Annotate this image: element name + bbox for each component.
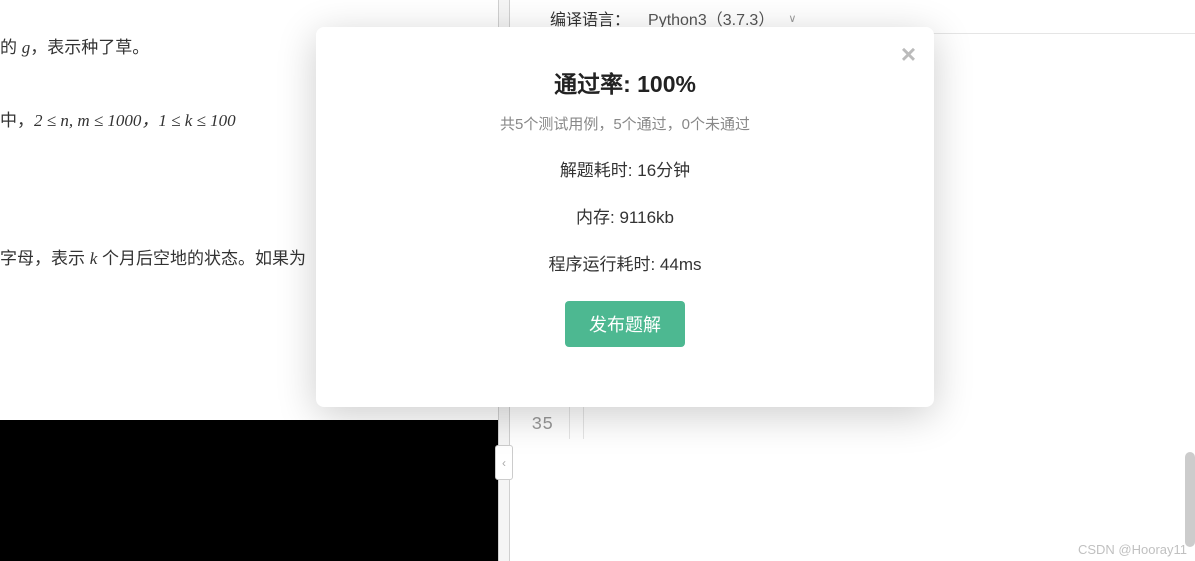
chevron-down-icon: ∨ <box>788 12 796 25</box>
modal-summary: 共5个测试用例，5个通过，0个未通过 <box>336 113 914 134</box>
modal-memory: 内存: 9116kb <box>336 203 914 228</box>
output-console <box>0 420 498 561</box>
chevron-left-icon: ‹ <box>502 456 506 470</box>
result-modal: × 通过率: 100% 共5个测试用例，5个通过，0个未通过 解题耗时: 16分… <box>316 27 934 407</box>
close-icon[interactable]: × <box>901 39 916 70</box>
modal-solve-time: 解题耗时: 16分钟 <box>336 156 914 181</box>
publish-solution-button[interactable]: 发布题解 <box>565 301 685 347</box>
line-number: 35 <box>510 412 570 439</box>
watermark: CSDN @Hooray11 <box>1078 542 1187 557</box>
scrollbar-vertical[interactable] <box>1185 452 1195 547</box>
modal-runtime: 程序运行耗时: 44ms <box>336 250 914 275</box>
modal-title: 通过率: 100% <box>336 65 914 99</box>
splitter-grip[interactable]: ‹ <box>495 445 513 480</box>
code-line: 35 <box>510 412 1195 439</box>
